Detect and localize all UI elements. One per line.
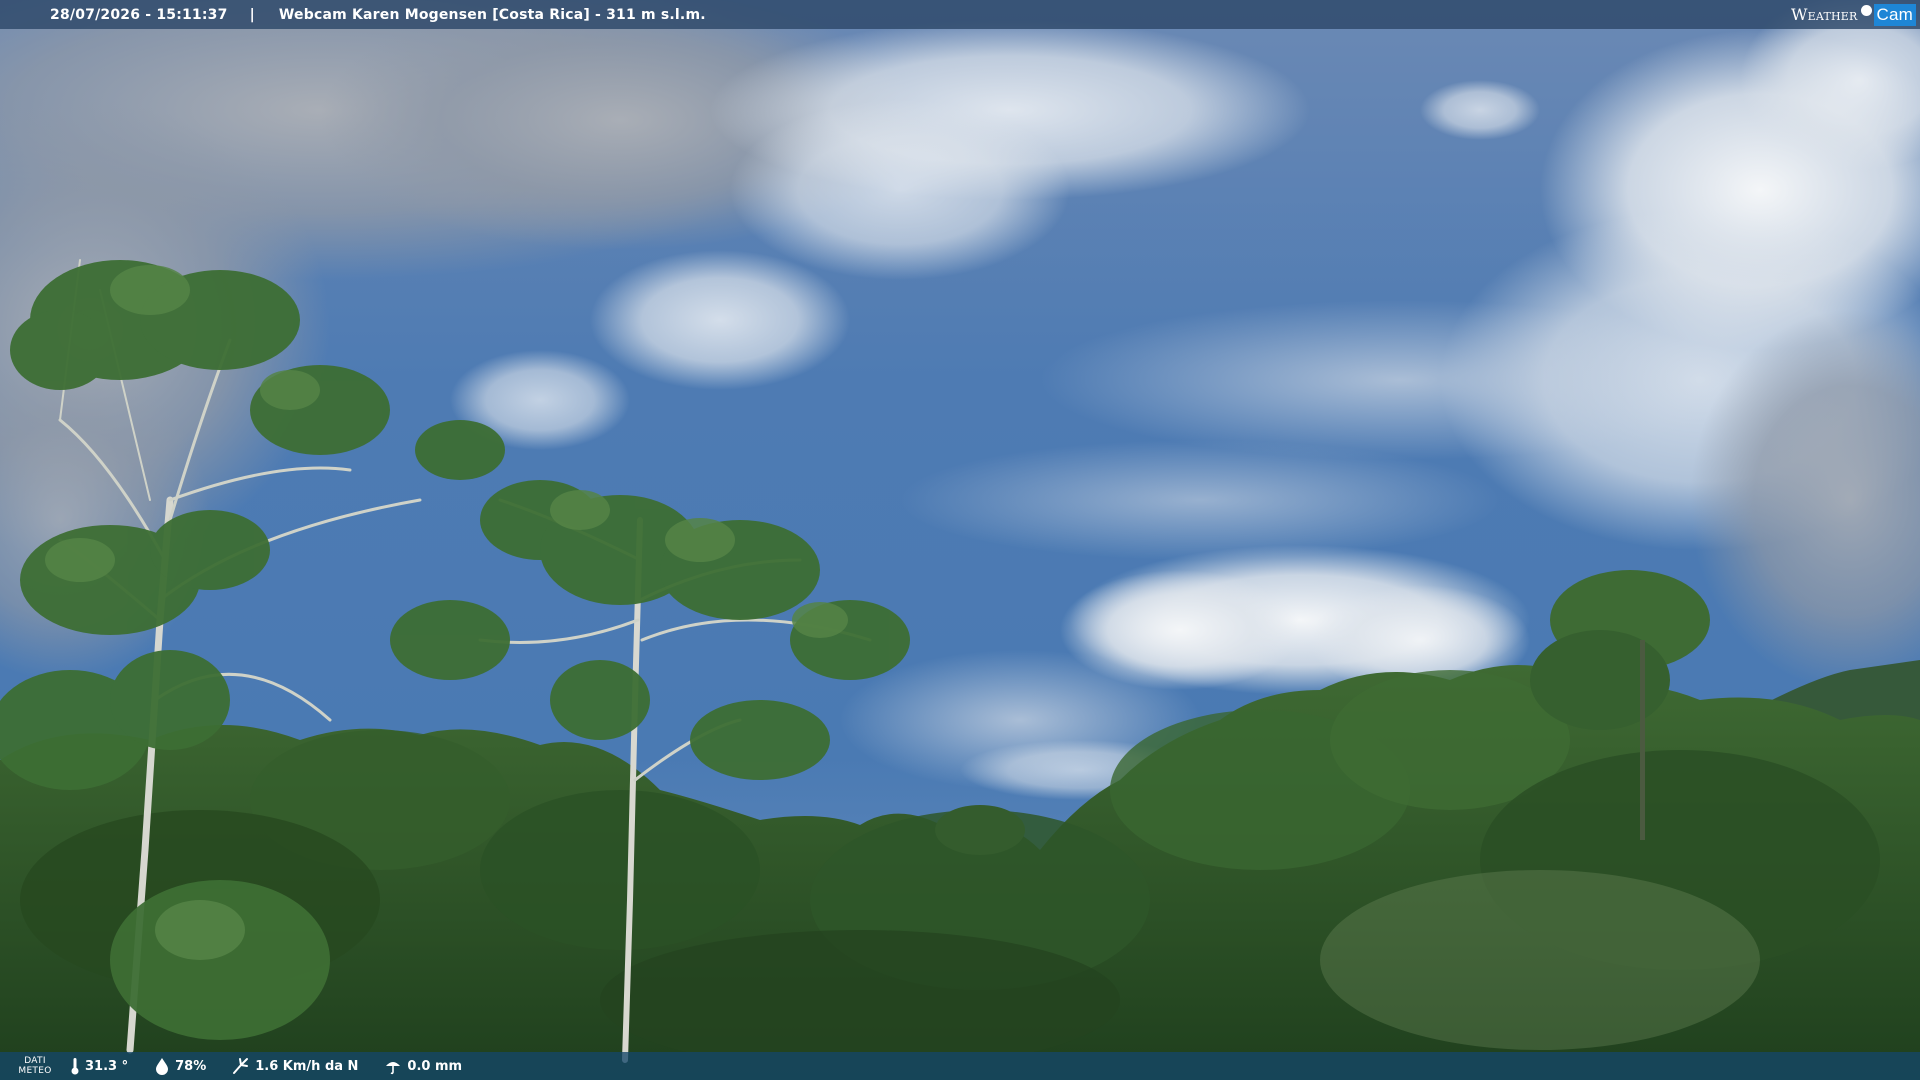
header-separator: | (249, 6, 255, 23)
rain-reading: 0.0 mm (384, 1057, 462, 1075)
logo-dot-icon (1860, 5, 1872, 16)
wind-reading: 1.6 Km/h da N (232, 1057, 358, 1075)
thermometer-icon (71, 1058, 79, 1075)
weathercam-logo: Weather Cam (1791, 0, 1920, 29)
capture-datetime: 28/07/2026 - 15:11:37 (50, 6, 228, 23)
webcam-scene (0, 0, 1920, 1080)
rain-icon (386, 1062, 401, 1075)
humidity-drop-icon (156, 1058, 169, 1075)
rain-value: 0.0 mm (407, 1058, 463, 1074)
logo-cam-badge: Cam (1873, 3, 1916, 26)
humidity-reading: 78% (154, 1057, 206, 1075)
webcam-header-bar: 28/07/2026 - 15:11:37 | Webcam Karen Mog… (0, 0, 1920, 29)
temperature-value: 31.3 ° (85, 1058, 129, 1074)
wind-value: 1.6 Km/h da N (255, 1058, 359, 1074)
logo-weather-text: Weather (1791, 5, 1858, 24)
temperature-reading: 31.3 ° (70, 1057, 128, 1075)
humidity-value: 78% (175, 1058, 207, 1074)
webcam-title: Webcam Karen Mogensen [Costa Rica] - 311… (278, 6, 706, 23)
wind-icon (233, 1058, 249, 1074)
weather-data-bar: DATI METEO 31.3 ° 78% 1.6 Km/h da N 0.0 … (0, 1052, 1920, 1080)
weather-data-label: DATI METEO (18, 1056, 52, 1076)
